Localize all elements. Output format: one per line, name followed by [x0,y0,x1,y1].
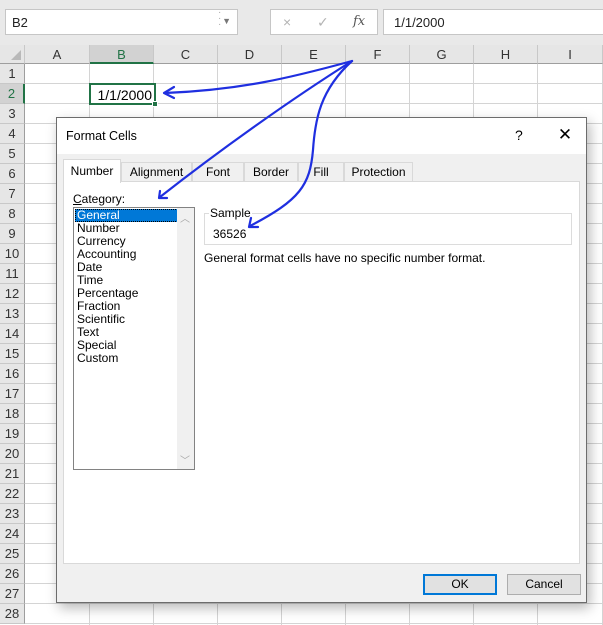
sample-value: 36526 [213,227,247,241]
row-header-3[interactable]: 3 [0,104,25,124]
formula-buttons: × ✓ fx [270,9,378,35]
chevron-down-icon[interactable]: ▼ [222,16,231,26]
column-header-e[interactable]: E [282,45,346,64]
category-accel: C [73,192,82,206]
row-header-12[interactable]: 12 [0,284,25,304]
category-listbox[interactable]: General Number Currency Accounting Date Time P… [73,207,195,470]
format-cells-dialog: Format Cells ? ✕ Number Alignment Font B… [56,117,587,603]
format-description: General format cells have no specific nu… [204,251,486,265]
formula-value: 1/1/2000 [394,15,445,30]
dialog-titlebar[interactable]: Format Cells ? ✕ [57,118,586,154]
cancel-icon[interactable]: × [283,14,291,30]
tab-number[interactable]: Number [63,159,121,183]
chevron-up-icon[interactable]: ︿ [180,210,190,225]
cancel-button[interactable]: Cancel [507,574,581,595]
fill-handle[interactable] [152,101,158,107]
cell-value: 1/1/2000 [97,87,153,103]
row-header-13[interactable]: 13 [0,304,25,324]
row-header-18[interactable]: 18 [0,404,25,424]
column-header-h[interactable]: H [474,45,538,64]
active-cell-b2[interactable]: 1/1/2000 [89,83,158,107]
row-header-11[interactable]: 11 [0,264,25,284]
column-header-b[interactable]: B [90,45,154,64]
tab-fill[interactable]: Fill [298,162,344,182]
row-header-22[interactable]: 22 [0,484,25,504]
row-header-6[interactable]: 6 [0,164,25,184]
row-header-7[interactable]: 7 [0,184,25,204]
category-label: Category: [73,192,125,206]
row-header-10[interactable]: 10 [0,244,25,264]
help-button[interactable]: ? [515,127,523,143]
tab-alignment[interactable]: Alignment [121,162,192,182]
row-header-2[interactable]: 2 [0,84,25,104]
row-header-15[interactable]: 15 [0,344,25,364]
row-header-28[interactable]: 28 [0,604,25,624]
category-item-custom[interactable]: Custom [75,352,178,365]
chevron-down-icon[interactable]: ﹀ [180,452,190,467]
name-box-value: B2 [12,15,28,30]
select-all-button[interactable] [0,45,25,64]
row-header-27[interactable]: 27 [0,584,25,604]
gridline-horizontal [25,623,603,624]
sample-label: Sample [209,206,252,220]
row-header-5[interactable]: 5 [0,144,25,164]
row-header-23[interactable]: 23 [0,504,25,524]
sample-group: Sample 36526 [204,206,572,245]
row-header-9[interactable]: 9 [0,224,25,244]
row-header-17[interactable]: 17 [0,384,25,404]
name-box[interactable]: B2 ▼ [5,9,238,35]
ok-button[interactable]: OK [423,574,497,595]
gridline-horizontal [25,603,603,604]
tab-protection[interactable]: Protection [344,162,413,182]
close-button[interactable]: ✕ [553,123,577,147]
number-tab-panel: Category: General Number Currency Accountin… [63,181,580,564]
column-header-i[interactable]: I [538,45,603,64]
formula-bar: B2 ▼ · · · × ✓ fx 1/1/2000 [0,0,603,45]
grip-icon[interactable]: · · · [218,8,221,30]
row-header-4[interactable]: 4 [0,124,25,144]
row-header-25[interactable]: 25 [0,544,25,564]
column-header-f[interactable]: F [346,45,410,64]
column-header-g[interactable]: G [410,45,474,64]
enter-icon[interactable]: ✓ [317,14,329,31]
tab-font[interactable]: Font [192,162,244,182]
row-header-24[interactable]: 24 [0,524,25,544]
row-header-14[interactable]: 14 [0,324,25,344]
tab-border[interactable]: Border [244,162,298,182]
row-header-26[interactable]: 26 [0,564,25,584]
row-header-1[interactable]: 1 [0,64,25,84]
category-items: General Number Currency Accounting Date Time P… [75,209,178,365]
row-header-8[interactable]: 8 [0,204,25,224]
row-header-19[interactable]: 19 [0,424,25,444]
column-header-d[interactable]: D [218,45,282,64]
insert-function-icon[interactable]: fx [353,14,365,29]
row-header-21[interactable]: 21 [0,464,25,484]
column-header-c[interactable]: C [154,45,218,64]
row-header-20[interactable]: 20 [0,444,25,464]
category-label-text: ategory: [81,192,126,206]
row-header-16[interactable]: 16 [0,364,25,384]
listbox-scrollbar[interactable]: ︿ ﹀ [177,208,194,469]
dialog-title: Format Cells [66,129,137,143]
column-header-a[interactable]: A [25,45,90,64]
formula-input[interactable]: 1/1/2000 [383,9,603,35]
